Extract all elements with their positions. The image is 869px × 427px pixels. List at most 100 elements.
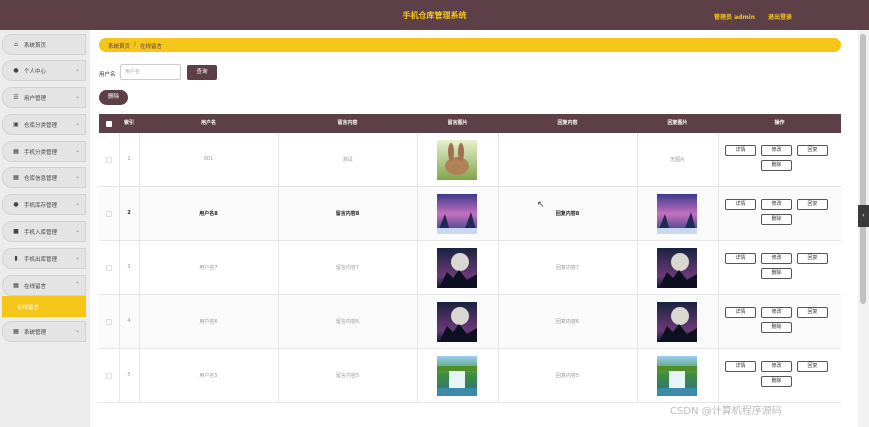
delete-button[interactable]: 删除 [761,376,792,387]
cell-divider [417,187,418,241]
chevron-down-icon: ⌄ [75,327,81,334]
page-scrollbar[interactable] [858,30,869,427]
cell-reply: 回复内容7 [555,265,580,271]
top-header: 手机仓库管理系统 管理员 admin 退出登录 [0,0,869,30]
reply-button[interactable]: 回复 [797,145,828,156]
cell-divider [718,133,719,187]
cell-reply: 回复内容8 [555,211,580,217]
row-checkbox[interactable] [106,373,112,379]
reply-image[interactable] [657,302,697,342]
breadcrumb-home[interactable]: 系统首页 [108,42,130,50]
detail-button[interactable]: 详情 [725,199,756,210]
row-checkbox[interactable] [106,265,112,271]
chevron-down-icon: ⌄ [75,254,81,261]
reply-button[interactable]: 回复 [797,199,828,210]
search-input[interactable] [120,64,181,80]
delete-button[interactable]: 删除 [761,268,792,279]
column-header-image: 留言图片 [447,120,468,126]
sidebar-item-warehouse-category[interactable]: ▣ 仓库分类管理 ⌄ [2,114,86,135]
reply-button[interactable]: 回复 [797,361,828,372]
cell-username: 001 [203,156,214,162]
detail-button[interactable]: 详情 [725,361,756,372]
home-icon: ⌂ [14,41,18,48]
reply-image[interactable] [657,248,697,288]
sidebar-item-label: 手机分类管理 [24,150,58,156]
reply-image[interactable] [657,356,697,396]
current-user[interactable]: 管理员 admin [714,12,755,21]
sidebar-item-warehouse-info[interactable]: ▦ 仓库信息管理 ⌄ [2,167,86,188]
message-image[interactable] [437,248,477,288]
reply-button[interactable]: 回复 [797,253,828,264]
cell-divider [718,295,719,349]
row-checkbox[interactable] [106,211,112,217]
watermark: CSDN @计算机程序源码 [670,406,782,417]
sidebar-item-system[interactable]: ▦ 系统管理 ⌄ [2,321,86,342]
message-image[interactable] [437,302,477,342]
logout-link[interactable]: 退出登录 [768,12,792,21]
sidebar-item-messages[interactable]: ▦ 在线留言 ⌃ [2,275,86,296]
sidebar-item-label: 手机库存管理 [24,203,58,209]
cell-reply: 回复内容5 [555,373,580,379]
cell-username: 用户名6 [199,319,218,325]
select-all-checkbox[interactable] [106,121,112,127]
message-image[interactable] [437,356,477,396]
edit-button[interactable]: 修改 [761,199,792,210]
table-row: 2 用户名8 留言内容8 回复内容8 详情 修改 回复 删除 [99,187,841,241]
cell-divider [637,187,638,241]
cell-divider [637,349,638,403]
sidebar-subitem-label: 在线留言 [17,305,40,311]
chevron-down-icon: ⌄ [75,66,81,73]
sidebar-item-phone-stock[interactable]: ● 手机库存管理 ⌄ [2,194,86,215]
side-collapse-tab[interactable]: ‹ [858,205,869,227]
detail-button[interactable]: 详情 [725,253,756,264]
delete-button[interactable]: 删除 [761,160,792,171]
cell-username: 用户名8 [199,211,218,217]
sidebar-item-users[interactable]: ☰ 用户管理 ⌄ [2,87,86,108]
chevron-down-icon: ⌄ [75,147,81,154]
sidebar-item-phone-category[interactable]: ▦ 手机分类管理 ⌄ [2,141,86,162]
delete-button[interactable]: 删除 [761,214,792,225]
query-button[interactable]: 查询 [187,65,217,80]
cart-icon: ▣ [13,121,19,128]
column-header-index: 索引 [123,120,134,126]
reply-image[interactable] [657,194,697,234]
table-row: 3 用户名7 留言内容7 回复内容7 详情 修改 回复 删除 [99,241,841,295]
cell-divider [637,241,638,295]
cell-content: 留言内容6 [335,319,360,325]
reply-button[interactable]: 回复 [797,307,828,318]
grid-icon: ▦ [13,328,19,335]
edit-button[interactable]: 修改 [761,307,792,318]
chevron-down-icon: ⌄ [75,227,81,234]
search-label: 用户名 [99,72,116,78]
cell-index: 3 [127,264,131,270]
row-checkbox[interactable] [106,319,112,325]
message-image[interactable] [437,194,477,234]
grid-icon: ▦ [13,174,19,181]
column-header-content: 留言内容 [337,120,358,126]
batch-delete-button[interactable]: 删除 [99,90,128,105]
detail-button[interactable]: 详情 [725,145,756,156]
message-image[interactable] [437,140,477,180]
breadcrumb-separator: / [134,42,136,48]
row-checkbox[interactable] [106,157,112,163]
sidebar-item-phone-outbound[interactable]: ▮ 手机出库管理 ⌄ [2,248,86,269]
cell-divider [718,349,719,403]
delete-button[interactable]: 删除 [761,322,792,333]
user-icon: ● [13,67,19,74]
edit-button[interactable]: 修改 [761,253,792,264]
sidebar-item-phone-inbound[interactable]: ■ 手机入库管理 ⌄ [2,221,86,242]
sidebar-item-profile[interactable]: ● 个人中心 ⌄ [2,60,86,81]
table-row: 5 用户名5 留言内容5 回复内容5 详情 修改 回复 删除 [99,349,841,403]
sidebar-subitem-online-messages[interactable]: 在线留言 [2,296,86,317]
scrollbar-thumb[interactable] [860,34,866,304]
sidebar-item-home[interactable]: ⌂ 系统首页 [2,34,86,55]
sidebar-item-label: 系统首页 [24,43,47,49]
video-icon: ■ [13,228,19,235]
edit-button[interactable]: 修改 [761,361,792,372]
sidebar-item-label: 仓库分类管理 [24,123,58,129]
sidebar-item-label: 用户管理 [24,96,47,102]
column-header-reply-image: 回复图片 [667,120,688,126]
detail-button[interactable]: 详情 [725,307,756,318]
edit-button[interactable]: 修改 [761,145,792,156]
cell-index: 1 [127,156,131,162]
